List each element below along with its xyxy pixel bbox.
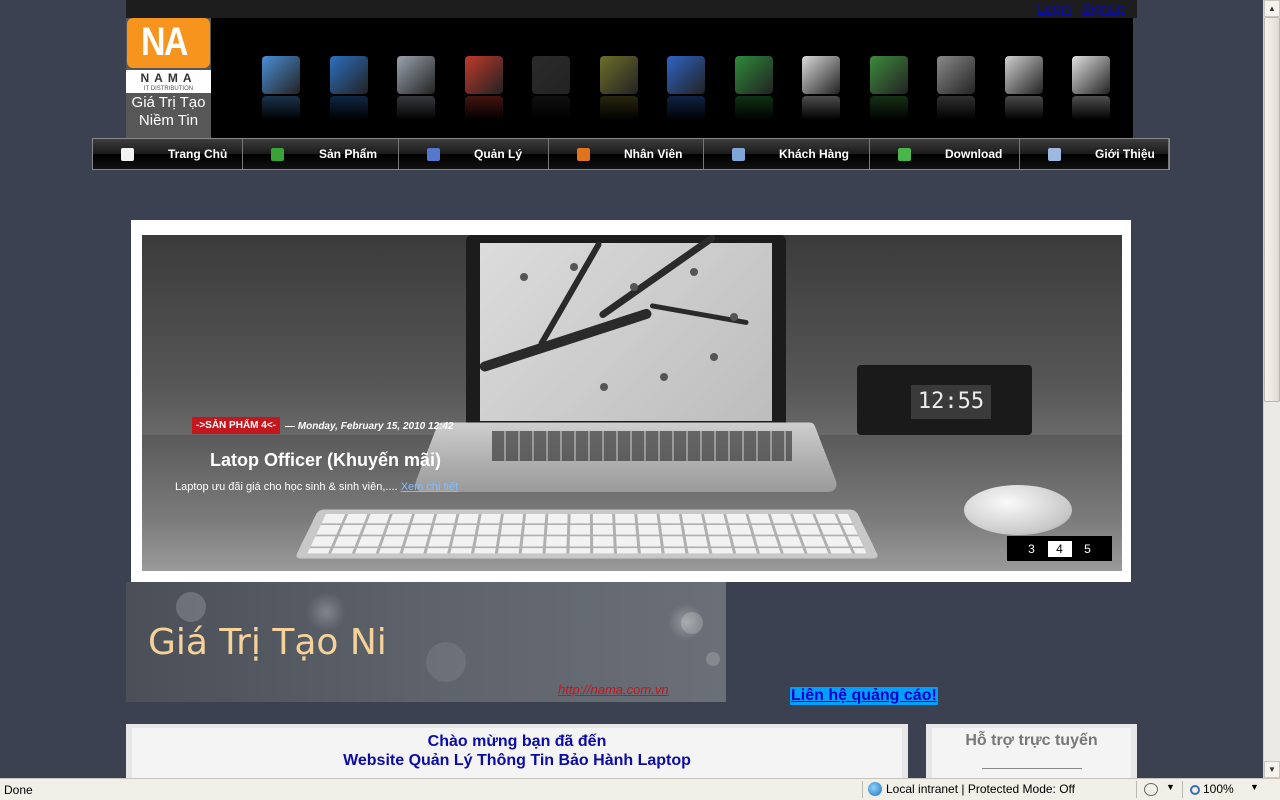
motherboard-icon-glyph [869,56,908,94]
banner-url[interactable]: http://nama.com.vn [558,682,669,697]
shield-icon [427,148,440,161]
slide-more-link[interactable]: Xem chi tiết [401,481,458,493]
download-icon [898,148,911,161]
customer-icon [732,148,745,161]
printer-icon-glyph [802,56,840,94]
wireless-router-icon[interactable] [649,56,717,126]
cpu-chip-icon[interactable] [717,56,785,126]
nav-item-label: Khách Hàng [779,147,850,161]
webcam-icon[interactable] [919,56,987,126]
globe-icon [868,782,882,796]
slide-date: — Monday, February 15, 2010 12:42 [285,421,454,432]
logo-mark: NA [127,18,210,68]
desktop-computer-icon[interactable] [244,56,312,126]
welcome-panel: Chào mừng bạn đã đến Website Quản Lý Thô… [126,724,908,778]
laptop-icon[interactable] [312,56,380,126]
desk-clock: 12:55 [857,365,1032,435]
mobile-phone-icon-glyph [599,56,638,94]
logo-subtitle: IT DISTRIBUTION [126,86,211,93]
desktop-computer-icon-glyph [262,56,300,94]
vertical-scrollbar[interactable]: ▲ ▼ [1263,0,1280,778]
slide-pager: 345 [1007,536,1112,561]
ad-banner[interactable]: Giá Trị Tạo Ni http://nama.com.vn [126,582,726,702]
slide-image[interactable]: 12:55 ->SẢN PHẨM 4<- — Monday, February … [142,235,1122,571]
staff-icon [577,148,590,161]
featured-slider: 12:55 ->SẢN PHẨM 4<- — Monday, February … [131,220,1131,582]
product-icon [271,148,284,161]
support-divider [982,768,1082,769]
zoom-level[interactable]: 100% [1190,782,1234,796]
motherboard-icon[interactable] [852,56,920,126]
top-bar: Login Signup [126,0,1137,18]
headphones-icon-glyph [1004,56,1043,94]
browser-viewport: Login Signup NA NAMA IT DISTRIBUTION Giá… [0,0,1263,778]
nav-item-4[interactable]: Khách Hàng [704,139,870,169]
home-icon [121,148,134,161]
welcome-line-2: Website Quản Lý Thông Tin Bảo Hành Lapto… [343,752,691,769]
protected-mode-icon[interactable] [1144,783,1158,796]
slide-title[interactable]: Latop Officer (Khuyến mãi) [210,450,441,471]
site-header: NA NAMA IT DISTRIBUTION Giá Trị Tạo Niềm… [126,18,1133,138]
nav-item-label: Download [945,147,1003,161]
hard-drive-icon-glyph [397,56,435,94]
nav-item-label: Sản Phẩm [319,147,378,161]
zoom-chevron-down-icon[interactable]: ▼ [1250,782,1259,792]
scroll-thumb[interactable] [1264,17,1280,402]
nav-item-0[interactable]: Trang Chủ [93,139,243,169]
status-bar: Done Local intranet | Protected Mode: Of… [0,778,1280,800]
welcome-line-1: Chào mừng bạn đã đến [427,733,607,750]
nav-item-5[interactable]: Download [870,139,1020,169]
usb-drive-icon-glyph [1072,56,1110,94]
ram-icon-glyph [464,56,503,94]
slide-page-5[interactable]: 5 [1076,541,1100,557]
advertise-contact-link[interactable]: Liên hệ quảng cáo! [790,687,938,705]
laptop-illustration [466,235,786,435]
webcam-icon-glyph [937,56,975,94]
main-nav: Trang Chủ Sản Phẩm Quản Lý Nhân Viên Khách H… [92,138,1170,170]
nav-item-6[interactable]: Giới Thiệu [1020,139,1169,169]
slide-category-badge[interactable]: ->SẢN PHẨM 4<- [192,417,281,434]
laptop-keys [492,431,792,461]
scroll-up-arrow-icon[interactable]: ▲ [1264,0,1280,17]
hard-drive-icon[interactable] [379,56,447,126]
laptop-icon-glyph [329,56,368,94]
signup-link[interactable]: Signup [1081,0,1125,16]
ram-icon[interactable] [447,56,515,126]
logo-name: NAMA [126,70,211,86]
wireless-router-icon-glyph [667,56,705,94]
pc-case-icon-glyph [532,56,570,94]
auth-links: Login Signup [1031,0,1125,16]
status-text: Done [4,783,33,797]
online-support-panel: Hỗ trợ trực tuyến [926,724,1137,778]
nav-item-label: Quản Lý [474,147,523,161]
usb-drive-icon[interactable] [1054,56,1122,126]
nav-item-label: Trang Chủ [168,147,228,161]
security-zone[interactable]: Local intranet | Protected Mode: Off [868,782,1075,796]
scroll-down-arrow-icon[interactable]: ▼ [1264,761,1280,778]
support-title: Hỗ trợ trực tuyến [965,732,1098,749]
mouse-illustration [964,485,1072,535]
cpu-chip-icon-glyph [734,56,773,94]
printer-icon[interactable] [784,56,852,126]
slide-page-3[interactable]: 3 [1020,541,1044,557]
nav-item-label: Nhân Viên [624,147,683,161]
product-icon-strip [244,56,1122,126]
mobile-phone-icon[interactable] [582,56,650,126]
banner-title: Giá Trị Tạo Ni [148,622,387,663]
nav-item-3[interactable]: Nhân Viên [549,139,704,169]
nav-item-2[interactable]: Quản Lý [399,139,549,169]
keyboard-illustration [294,509,880,559]
slide-page-4[interactable]: 4 [1047,540,1072,557]
headphones-icon[interactable] [987,56,1055,126]
chevron-down-icon[interactable]: ▼ [1166,782,1175,792]
pc-case-icon[interactable] [514,56,582,126]
nav-item-1[interactable]: Sản Phẩm [243,139,399,169]
login-link[interactable]: Login [1037,0,1071,16]
site-logo[interactable]: NA NAMA IT DISTRIBUTION Giá Trị Tạo Niềm… [126,18,211,138]
slide-description: Laptop ưu đãi giá cho học sinh & sinh vi… [175,481,459,493]
logo-slogan: Giá Trị Tạo Niềm Tin [131,94,206,129]
about-icon [1048,148,1061,161]
magnifier-icon [1190,784,1200,795]
nav-item-label: Giới Thiệu [1095,147,1155,161]
